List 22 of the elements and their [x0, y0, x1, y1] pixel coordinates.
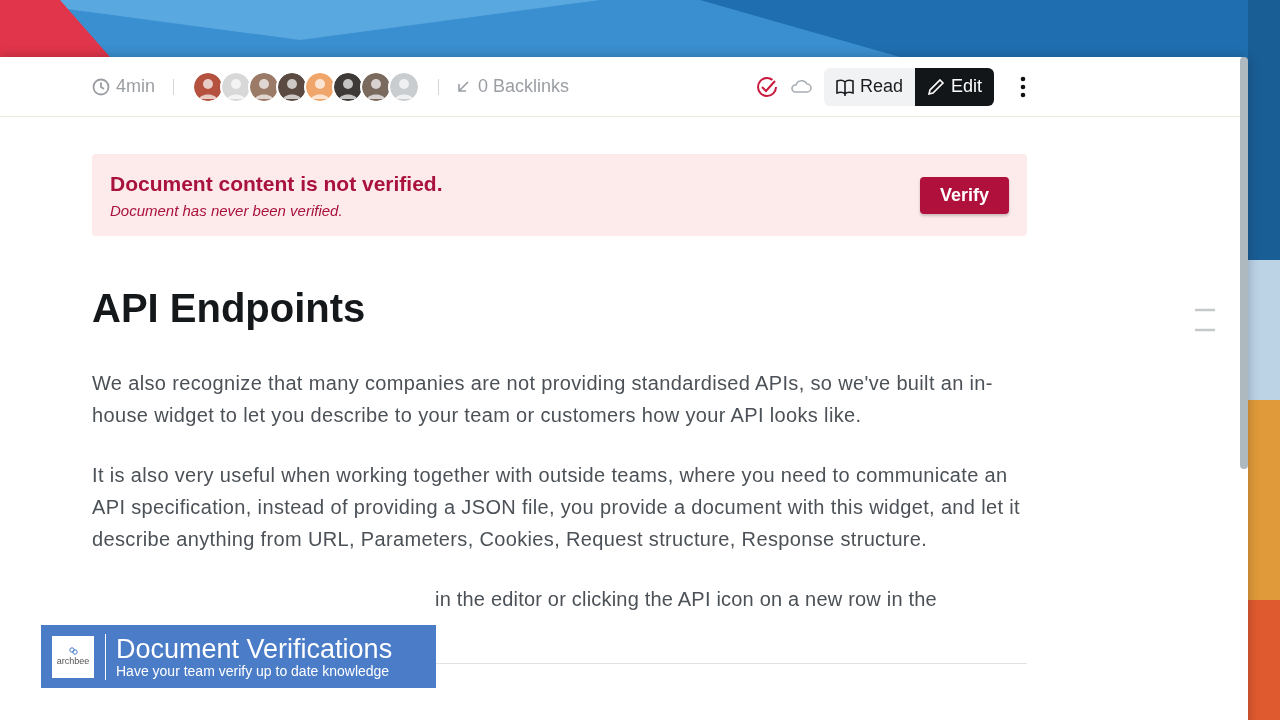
arrow-icon [457, 80, 470, 93]
outline-icon [1195, 308, 1215, 332]
book-icon [835, 77, 854, 96]
caption-title: Document Verifications [116, 634, 393, 663]
paragraph: It is also very useful when working together with outside teams, where you need to communicate an API specification, instead of providing a JSON file, you provide a document with this widget, and let it describe anything from URL, Parameters, Cookies, Request structure, Response structure. [92, 463, 1021, 552]
caption-subtitle: Have your team verify up to date knowledge [116, 662, 391, 679]
read-time: 4min [116, 76, 155, 97]
verify-button[interactable]: Verify [919, 176, 1009, 214]
paragraph: in the editor or clicking the API icon on a new row in the [434, 587, 938, 612]
alert-message: Document has never been verified. [110, 201, 344, 219]
mode-tab[interactable]: Read [823, 67, 915, 106]
alert-title: Document content is not verified. [110, 171, 443, 196]
document-title: API Endpoints [92, 286, 367, 331]
paragraph: We also recognize that many companies are not providing standardised APIs, so we've built an in-house widget to let you describe to your team or customers how your API looks like. [92, 371, 994, 428]
mode-tab[interactable]: Edit [914, 67, 994, 106]
pencil-icon [926, 77, 945, 96]
clock-icon [92, 77, 110, 96]
scrollbar[interactable] [1240, 57, 1248, 469]
more-icon[interactable] [1020, 75, 1026, 98]
brand-name: archbee [56, 656, 90, 666]
check-circle-icon [755, 75, 778, 98]
link-icon [68, 647, 78, 655]
